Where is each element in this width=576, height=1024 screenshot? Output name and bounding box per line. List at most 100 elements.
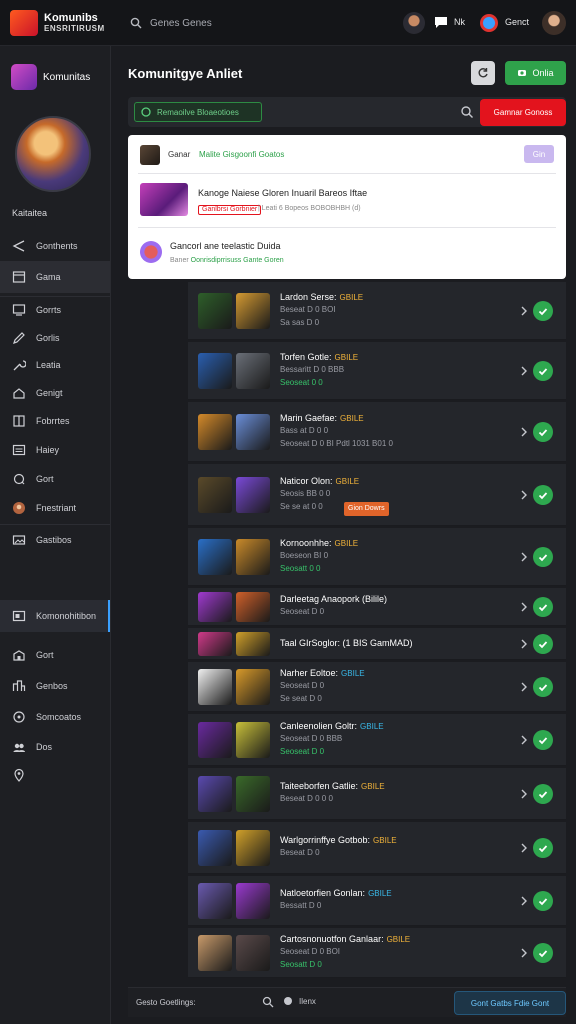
game-thumbnail[interactable] — [198, 293, 232, 329]
list-item[interactable]: Darleetag Anaopork (Bilile) Seoseat D 0 — [188, 588, 566, 626]
check-icon[interactable] — [533, 634, 553, 654]
list-item[interactable]: Taal GIrSoglor: (1 BIS GamMAD) — [188, 628, 566, 660]
sidebar-item-14[interactable]: Somcoatos — [0, 701, 110, 733]
check-icon[interactable] — [533, 301, 553, 321]
bottom-action-button[interactable]: Gont Gatbs Fdie Gont — [454, 991, 566, 1015]
filter-chip[interactable]: Remaoilve Bloaeotioes — [134, 102, 262, 122]
check-icon[interactable] — [533, 943, 553, 963]
game-thumbnail[interactable] — [236, 830, 270, 866]
game-thumbnail[interactable] — [198, 414, 232, 450]
game-title[interactable]: Canleenolien Goltr: GBILE — [280, 721, 384, 731]
game-thumbnail[interactable] — [236, 539, 270, 575]
chevron-right-icon[interactable] — [520, 735, 528, 745]
check-icon[interactable] — [533, 422, 553, 442]
game-title[interactable]: Lardon Serse: GBILE — [280, 292, 363, 302]
list-item[interactable]: Torfen Gotle: GBILE Bessaritt D 0 BBB Seose… — [188, 342, 566, 400]
game-thumbnail[interactable] — [198, 776, 232, 812]
game-action-tag[interactable]: Gion Dowrs — [344, 502, 389, 516]
list-item[interactable]: Cartosnonuotfon Ganlaar: GBILE Seoseat D 0… — [188, 928, 566, 978]
list-item[interactable]: Naticor Olon: GBILE Seosis BB 0 0 Se se at … — [188, 464, 566, 526]
panel-row2-title[interactable]: Kanoge Naiese Gloren Inuaril Bareos Ifta… — [198, 188, 367, 198]
chevron-right-icon[interactable] — [520, 552, 528, 562]
game-thumbnail[interactable] — [236, 722, 270, 758]
game-thumbnail[interactable] — [236, 935, 270, 971]
game-thumbnail[interactable] — [236, 293, 270, 329]
list-item[interactable]: Natloetorfien Gonlan: GBILE Bessatt D 0 — [188, 876, 566, 926]
avatar[interactable] — [140, 145, 160, 165]
game-thumbnail[interactable] — [198, 539, 232, 575]
check-icon[interactable] — [533, 838, 553, 858]
game-thumbnail[interactable] — [198, 830, 232, 866]
game-thumbnail[interactable] — [236, 883, 270, 919]
chevron-right-icon[interactable] — [520, 682, 528, 692]
chevron-right-icon[interactable] — [520, 427, 528, 437]
game-title[interactable]: Cartosnonuotfon Ganlaar: GBILE — [280, 934, 410, 944]
sidebar-item-8[interactable]: Gort — [0, 463, 110, 495]
sidebar-item-11[interactable]: Komonohitibon — [0, 600, 110, 632]
check-icon[interactable] — [533, 597, 553, 617]
game-title[interactable]: Warlgorrinffye Gotbob: GBILE — [280, 835, 397, 845]
game-title[interactable]: Taal GIrSoglor: (1 BIS GamMAD) — [280, 638, 413, 648]
game-title[interactable]: Marin Gaefae: GBILE — [280, 413, 364, 423]
search-icon[interactable] — [262, 996, 274, 1008]
chevron-right-icon[interactable] — [520, 639, 528, 649]
game-thumbnail[interactable] — [236, 414, 270, 450]
online-button[interactable]: Onlia — [505, 61, 566, 85]
chevron-right-icon[interactable] — [520, 366, 528, 376]
game-thumbnail[interactable] — [198, 353, 232, 389]
panel-row3-title[interactable]: Gancorl ane teelastic Duida — [170, 241, 281, 251]
game-title[interactable]: Naticor Olon: GBILE — [280, 476, 359, 486]
list-item[interactable]: Taiteeborfen Gatlie: GBILE Beseat D 0 0 0 — [188, 768, 566, 820]
avatar[interactable] — [11, 64, 37, 90]
sidebar-item-16[interactable] — [0, 759, 110, 791]
avatar[interactable] — [542, 11, 566, 35]
check-icon[interactable] — [533, 547, 553, 567]
sidebar-item-13[interactable]: Genbos — [0, 670, 110, 702]
game-thumbnail[interactable] — [198, 477, 232, 513]
list-item[interactable]: Narher Eoltoe: GBILE Seoseat D 0 Se seat D … — [188, 662, 566, 712]
chevron-right-icon[interactable] — [520, 490, 528, 500]
game-title[interactable]: Taiteeborfen Gatlie: GBILE — [280, 781, 385, 791]
list-item[interactable]: Lardon Serse: GBILE Beseat D 0 BOI Sa sas D… — [188, 282, 566, 340]
avatar[interactable] — [403, 12, 425, 34]
avatar[interactable] — [480, 14, 498, 32]
top-search[interactable]: Genes Genes — [130, 12, 390, 34]
chevron-right-icon[interactable] — [520, 306, 528, 316]
check-icon[interactable] — [533, 485, 553, 505]
check-icon[interactable] — [533, 730, 553, 750]
game-thumbnail[interactable] — [198, 883, 232, 919]
search-button[interactable]: Gamnar Gonoss — [480, 99, 566, 126]
panel-thumbnail[interactable] — [140, 183, 188, 216]
search-icon[interactable] — [460, 105, 474, 119]
game-thumbnail[interactable] — [236, 353, 270, 389]
chevron-right-icon[interactable] — [520, 896, 528, 906]
game-thumbnail[interactable] — [198, 722, 232, 758]
list-item[interactable]: Marin Gaefae: GBILE Bass at D 0 0 Seoseat D… — [188, 402, 566, 462]
bottom-chip[interactable]: Ilenx — [283, 996, 316, 1006]
sidebar-item-12[interactable]: Gort — [0, 639, 110, 671]
chevron-right-icon[interactable] — [520, 843, 528, 853]
game-thumbnail[interactable] — [236, 669, 270, 705]
panel-badge[interactable]: Gin — [524, 145, 554, 163]
sidebar-item-6[interactable]: Fobrrtes — [0, 405, 110, 437]
check-icon[interactable] — [533, 784, 553, 804]
game-thumbnail[interactable] — [236, 592, 270, 622]
check-icon[interactable] — [533, 361, 553, 381]
sidebar-item-10[interactable]: Gastibos — [0, 524, 110, 556]
game-thumbnail[interactable] — [236, 477, 270, 513]
check-icon[interactable] — [533, 891, 553, 911]
game-title[interactable]: Kornoonhhe: GBILE — [280, 538, 358, 548]
app-logo[interactable] — [10, 10, 38, 36]
sidebar-item-1[interactable]: Gama — [0, 261, 110, 293]
chevron-right-icon[interactable] — [520, 948, 528, 958]
avatar[interactable] — [140, 241, 162, 263]
game-thumbnail[interactable] — [198, 669, 232, 705]
sidebar-item-0[interactable]: Gonthents — [0, 230, 110, 262]
chevron-right-icon[interactable] — [520, 789, 528, 799]
check-icon[interactable] — [533, 677, 553, 697]
list-item[interactable]: Canleenolien Goltr: GBILE Seoseat D 0 BBB S… — [188, 714, 566, 766]
game-thumbnail[interactable] — [236, 776, 270, 812]
game-title[interactable]: Torfen Gotle: GBILE — [280, 352, 358, 362]
chat-icon[interactable] — [433, 14, 449, 30]
game-thumbnail[interactable] — [236, 632, 270, 656]
